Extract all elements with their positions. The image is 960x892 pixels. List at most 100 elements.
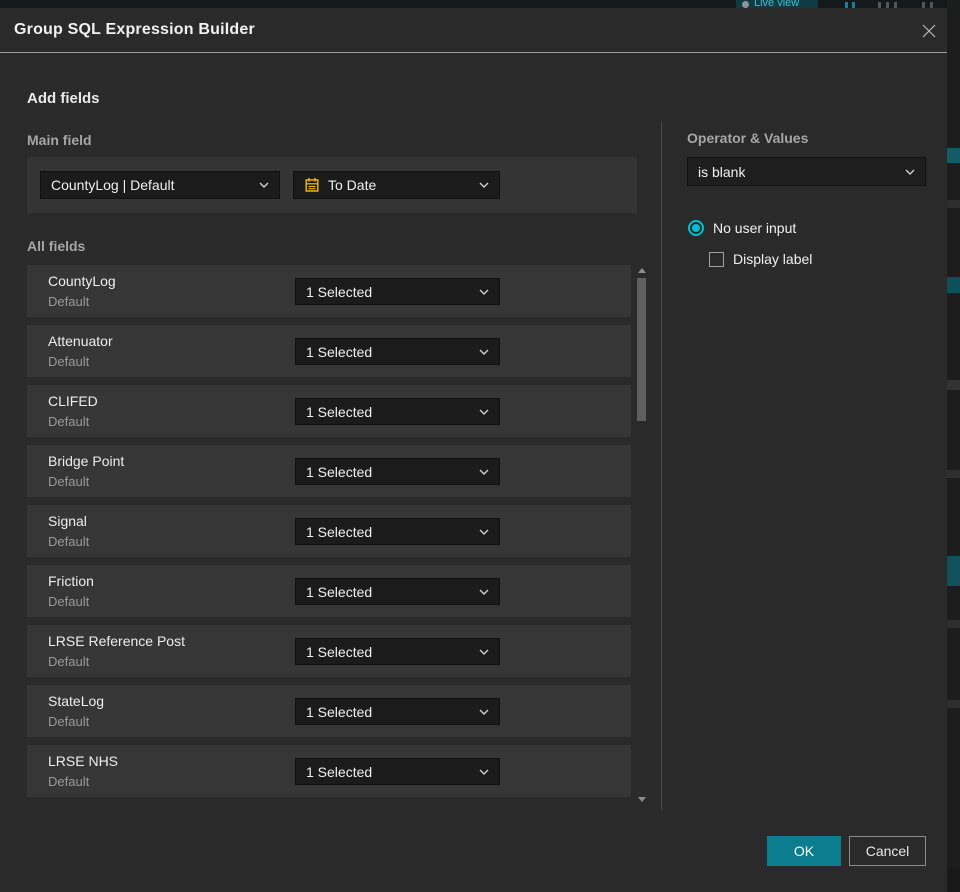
selected-count-label: 1 Selected <box>306 703 373 720</box>
field-values-dropdown[interactable]: 1 Selected <box>295 638 500 665</box>
field-row-bridge-point: Bridge Point Default 1 Selected <box>27 445 631 497</box>
background-app-top-strip: Live view <box>0 0 947 8</box>
radio-selected-icon[interactable] <box>688 220 704 236</box>
chevron-down-icon <box>479 182 489 188</box>
field-row-statelog: StateLog Default 1 Selected <box>27 685 631 737</box>
field-values-dropdown[interactable]: 1 Selected <box>295 458 500 485</box>
selected-count-label: 1 Selected <box>306 523 373 540</box>
chevron-down-icon <box>479 349 489 355</box>
close-button[interactable] <box>919 21 939 41</box>
field-values-dropdown[interactable]: 1 Selected <box>295 518 500 545</box>
chart-bar-icon <box>886 2 889 8</box>
chart-bar-icon <box>894 2 897 8</box>
field-name: CLIFED <box>48 393 98 409</box>
field-name: Friction <box>48 573 94 589</box>
selected-count-label: 1 Selected <box>306 463 373 480</box>
field-source: Default <box>48 294 90 309</box>
live-view-label: Live view <box>754 0 800 8</box>
close-icon <box>922 24 936 38</box>
field-row-attenuator: Attenuator Default 1 Selected <box>27 325 631 377</box>
chevron-down-icon <box>479 289 489 295</box>
main-field-panel: CountyLog | Default To Date <box>27 157 637 213</box>
screen: Live view Group SQL Expression Builder A… <box>0 0 960 892</box>
group-sql-expression-builder-dialog: Group SQL Expression Builder Add fields … <box>0 8 947 892</box>
background-app-edge-strip <box>947 0 960 892</box>
field-row-friction: Friction Default 1 Selected <box>27 565 631 617</box>
display-label-label: Display label <box>733 251 813 267</box>
field-name: LRSE NHS <box>48 753 119 769</box>
field-row-lrse-reference-post: LRSE Reference Post Default 1 Selected <box>27 625 631 677</box>
field-name: Attenuator <box>48 333 113 349</box>
live-view-button[interactable]: Live view <box>736 0 818 8</box>
field-name: Signal <box>48 513 87 529</box>
field-source: Default <box>48 414 90 429</box>
dialog-title-bar: Group SQL Expression Builder <box>0 8 947 53</box>
field-values-dropdown[interactable]: 1 Selected <box>295 578 500 605</box>
main-field-value: CountyLog | Default <box>51 177 175 193</box>
field-row-clifed: CLIFED Default 1 Selected <box>27 385 631 437</box>
scroll-up-arrow-icon[interactable] <box>638 268 646 273</box>
selected-count-label: 1 Selected <box>306 583 373 600</box>
chevron-down-icon <box>479 409 489 415</box>
chevron-down-icon <box>479 769 489 775</box>
operator-values-label: Operator & Values <box>687 130 809 146</box>
selected-count-label: 1 Selected <box>306 403 373 420</box>
no-user-input-label: No user input <box>713 220 797 236</box>
scrollbar-thumb[interactable] <box>637 278 646 421</box>
field-values-dropdown[interactable]: 1 Selected <box>295 698 500 725</box>
chevron-down-icon <box>259 182 269 188</box>
chart-bar-icon <box>922 2 925 8</box>
field-name: LRSE Reference Post <box>48 633 185 649</box>
chevron-down-icon <box>479 469 489 475</box>
field-name: CountyLog <box>48 273 116 289</box>
field-row-lrse-nhs: LRSE NHS Default 1 Selected <box>27 745 631 797</box>
field-source: Default <box>48 774 90 789</box>
operator-value: is blank <box>698 163 746 180</box>
selected-count-label: 1 Selected <box>306 283 373 300</box>
checkbox-unchecked-icon[interactable] <box>709 251 724 267</box>
live-view-dot-icon <box>742 1 749 8</box>
field-name: Bridge Point <box>48 453 125 469</box>
field-source: Default <box>48 474 90 489</box>
chevron-down-icon <box>479 529 489 535</box>
field-values-dropdown[interactable]: 1 Selected <box>295 398 500 425</box>
main-date-value: To Date <box>328 177 377 193</box>
no-user-input-option[interactable]: No user input <box>688 220 796 236</box>
field-source: Default <box>48 594 90 609</box>
chevron-down-icon <box>905 169 915 175</box>
chart-bar-icon <box>930 2 933 8</box>
field-name: StateLog <box>48 693 105 709</box>
scroll-down-arrow-icon[interactable] <box>638 797 646 802</box>
chart-bar-icon <box>878 2 881 8</box>
fields-list-scrollbar[interactable] <box>636 265 648 805</box>
cancel-button[interactable]: Cancel <box>849 836 926 866</box>
main-field-label: Main field <box>27 132 92 148</box>
field-values-dropdown[interactable]: 1 Selected <box>295 278 500 305</box>
operator-dropdown[interactable]: is blank <box>687 157 926 186</box>
all-fields-label: All fields <box>27 238 86 254</box>
field-row-countylog: CountyLog Default 1 Selected <box>27 265 631 317</box>
chevron-down-icon <box>479 709 489 715</box>
calendar-icon <box>305 178 319 192</box>
selected-count-label: 1 Selected <box>306 643 373 660</box>
field-values-dropdown[interactable]: 1 Selected <box>295 338 500 365</box>
selected-count-label: 1 Selected <box>306 763 373 780</box>
chart-bar-icon <box>852 2 855 8</box>
chevron-down-icon <box>479 649 489 655</box>
main-field-dropdown[interactable]: CountyLog | Default <box>40 171 280 199</box>
field-source: Default <box>48 354 90 369</box>
field-source: Default <box>48 654 90 669</box>
field-row-signal: Signal Default 1 Selected <box>27 505 631 557</box>
add-fields-heading: Add fields <box>27 90 100 107</box>
main-field-date-dropdown[interactable]: To Date <box>293 171 500 199</box>
selected-count-label: 1 Selected <box>306 343 373 360</box>
field-source: Default <box>48 714 90 729</box>
ok-button[interactable]: OK <box>767 836 841 866</box>
field-values-dropdown[interactable]: 1 Selected <box>295 758 500 785</box>
all-fields-list: CountyLog Default 1 Selected Attenuator Defa… <box>27 265 631 805</box>
dialog-title: Group SQL Expression Builder <box>14 21 255 38</box>
field-source: Default <box>48 534 90 549</box>
display-label-option[interactable]: Display label <box>709 251 812 267</box>
column-divider <box>661 122 662 810</box>
chevron-down-icon <box>479 589 489 595</box>
